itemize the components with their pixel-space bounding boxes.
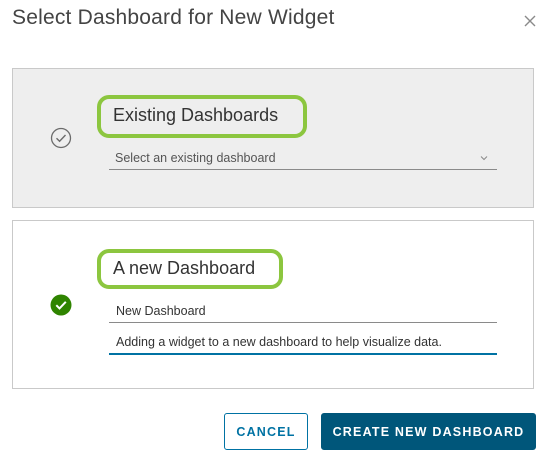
check-circle-filled-icon (50, 294, 72, 316)
dialog-title: Select Dashboard for New Widget (12, 6, 335, 29)
dashboard-description-input[interactable]: Adding a widget to a new dashboard to he… (109, 331, 497, 355)
close-button[interactable] (518, 9, 542, 33)
create-new-dashboard-button[interactable]: CREATE NEW DASHBOARD (321, 413, 536, 450)
existing-dashboard-select-placeholder: Select an existing dashboard (115, 151, 276, 165)
new-dashboard-card[interactable]: A new Dashboard New Dashboard Adding a w… (12, 220, 534, 389)
existing-dashboard-select[interactable]: Select an existing dashboard (109, 149, 497, 170)
check-circle-outline-icon (50, 127, 72, 149)
existing-dashboards-title: Existing Dashboards (97, 95, 307, 138)
existing-dashboards-card[interactable]: Existing Dashboards Select an existing d… (12, 68, 534, 208)
cancel-button[interactable]: CANCEL (224, 413, 308, 450)
close-icon (524, 15, 536, 27)
new-dashboard-title: A new Dashboard (97, 249, 283, 289)
dashboard-name-input[interactable]: New Dashboard (109, 301, 497, 323)
chevron-down-icon (480, 156, 488, 161)
